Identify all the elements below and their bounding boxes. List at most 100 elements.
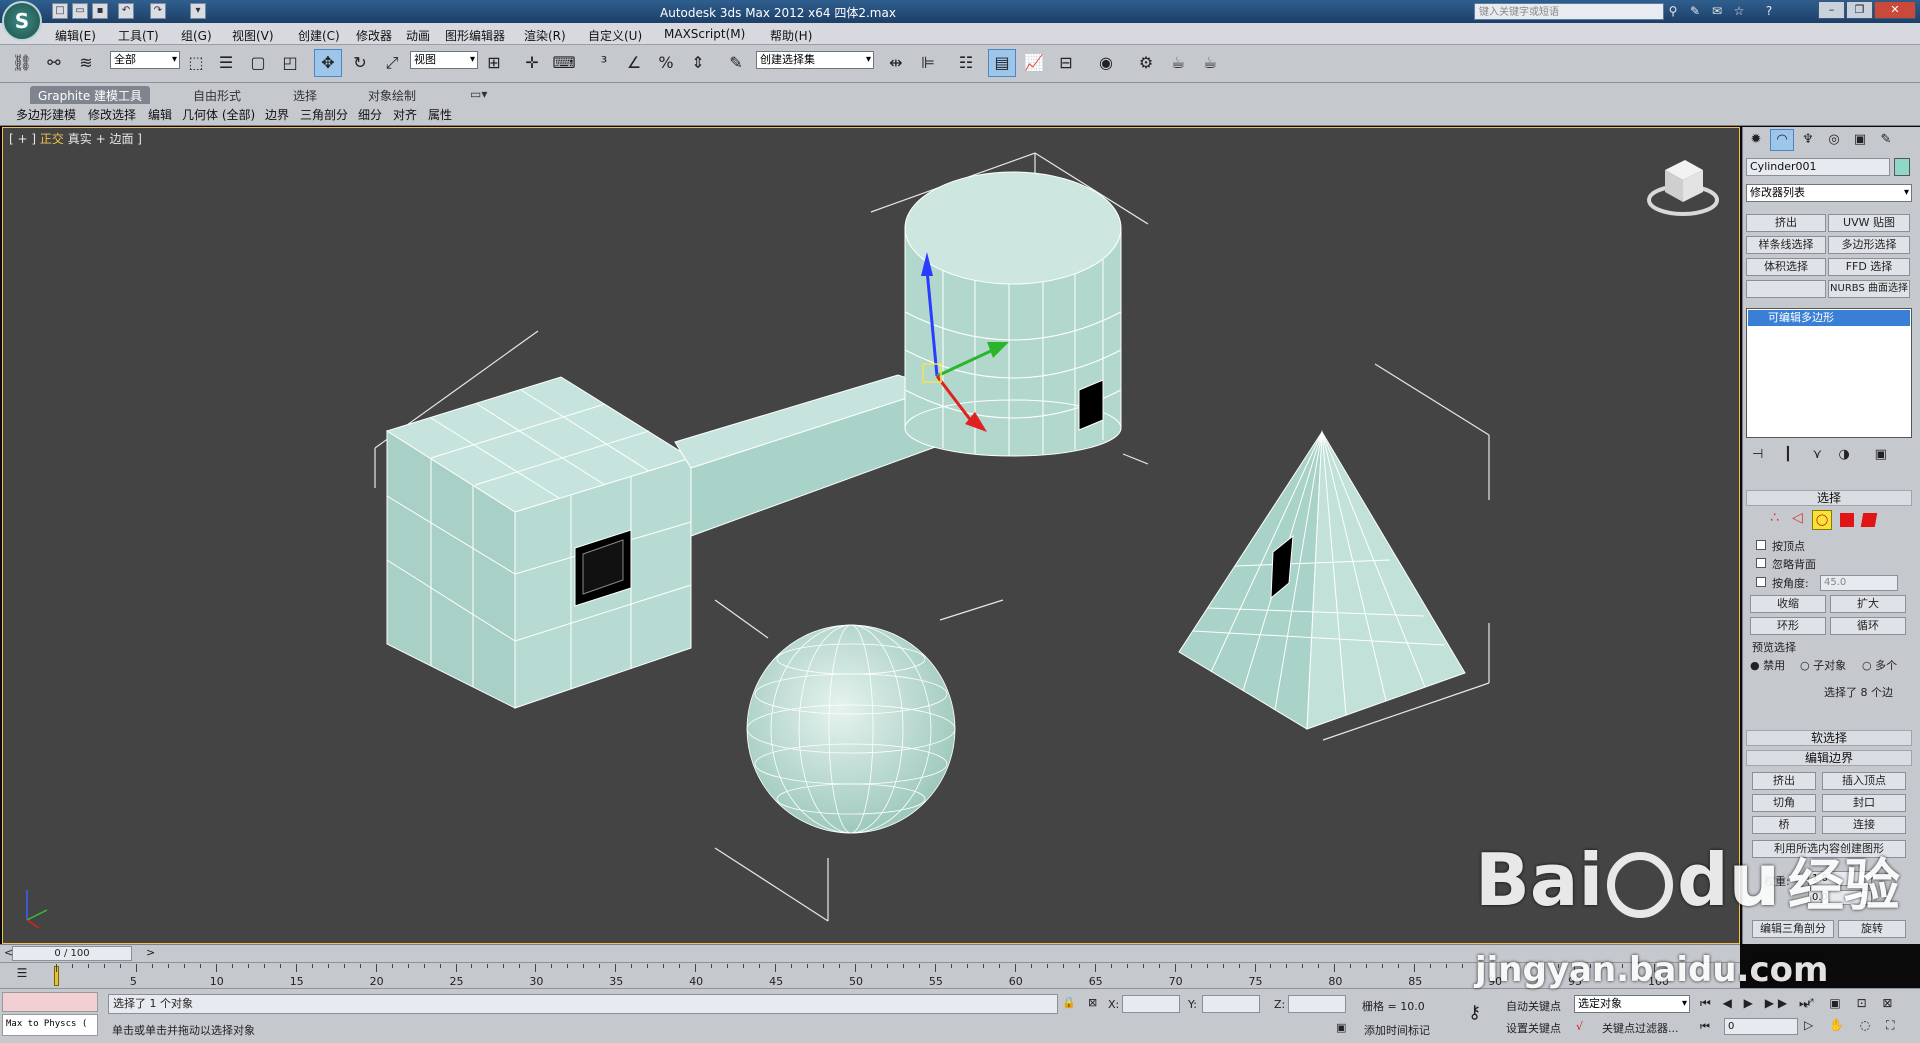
turn-button[interactable]: 旋转 [1838, 920, 1906, 938]
subtab-polygon-modeling[interactable]: 多边形建模 [16, 106, 76, 123]
select-scale-icon[interactable]: ⤢ [378, 49, 406, 77]
soft-selection-rollout-header[interactable]: 软选择 [1746, 730, 1912, 746]
align-icon[interactable]: ⊫ [914, 49, 942, 77]
select-rotate-icon[interactable]: ↻ [346, 49, 374, 77]
menu-graph-editors[interactable]: 图形编辑器 [445, 27, 505, 44]
weight-spinner[interactable]: 1.0 [1808, 871, 1872, 886]
save-file-icon[interactable]: ▪ [92, 3, 108, 19]
tab-freeform[interactable]: 自由形式 [185, 86, 249, 104]
loop-button[interactable]: 循环 [1830, 617, 1906, 635]
maximize-button[interactable]: ❐ [1846, 1, 1873, 19]
subtab-geometry-all[interactable]: 几何体 (全部) [182, 106, 255, 123]
menu-modifiers[interactable]: 修改器 [356, 27, 392, 44]
menu-view[interactable]: 视图(V) [232, 27, 274, 44]
edit-triangulation-button[interactable]: 编辑三角剖分 [1752, 920, 1834, 938]
select-move-icon[interactable]: ✥ [314, 49, 342, 77]
tab-selection[interactable]: 选择 [285, 86, 325, 104]
key-filters-icon[interactable]: √ [1576, 1020, 1583, 1033]
pyramid-object[interactable] [1178, 430, 1466, 730]
new-file-icon[interactable]: □ [52, 3, 68, 19]
menu-group[interactable]: 组(G) [181, 27, 212, 44]
select-object-icon[interactable]: ⬚ [182, 49, 210, 77]
insert-vertex-button[interactable]: 插入顶点 [1822, 772, 1906, 790]
ffd-select-button[interactable]: FFD 选择 [1828, 258, 1910, 276]
extrude-border-button[interactable]: 挤出 [1752, 772, 1816, 790]
spinner-snap-icon[interactable]: ⇕ [684, 49, 712, 77]
by-vertex-checkbox[interactable] [1756, 540, 1766, 550]
time-next-icon[interactable]: > [146, 946, 155, 959]
cap-button[interactable]: 封口 [1822, 794, 1906, 812]
nurbs-select-button[interactable]: NURBS 曲面选择 [1828, 280, 1910, 298]
perspective-viewport[interactable]: [ + ] 正交 真实 + 边面 ] [2, 127, 1740, 944]
utilities-tab-icon[interactable]: ✎ [1874, 129, 1898, 151]
menu-help[interactable]: 帮助(H) [770, 27, 812, 44]
close-button[interactable]: ✕ [1874, 1, 1916, 19]
preview-multi-radio[interactable]: ○ 多个 [1862, 657, 1897, 673]
playback-controls[interactable]: ⏮ ◀ ▶ ▶▶ ⏭ [1700, 996, 1814, 1011]
modifier-list-dropdown[interactable]: 修改器列表 [1746, 184, 1912, 202]
viewport-nav-controls[interactable]: ⤢ ▣ ⊡ ⊠ [1804, 996, 1899, 1011]
snaps-toggle-icon[interactable]: ³ [590, 49, 618, 77]
mirror-icon[interactable]: ⇹ [882, 49, 910, 77]
preview-subobject-radio[interactable]: ○ 子对象 [1800, 657, 1846, 673]
search-binoculars-icon[interactable]: ⚲ [1664, 3, 1682, 20]
window-crossing-icon[interactable]: ◰ [276, 49, 304, 77]
hierarchy-tab-icon[interactable]: ♆ [1796, 129, 1820, 151]
selection-filter-dropdown[interactable]: 全部 [110, 51, 180, 69]
element-mode-icon[interactable] [1860, 513, 1878, 527]
display-tab-icon[interactable]: ▣ [1848, 129, 1872, 151]
pivot-center-icon[interactable]: ⊞ [480, 49, 508, 77]
lock-selection-icon[interactable]: 🔒 [1062, 996, 1076, 1009]
by-angle-checkbox[interactable] [1756, 577, 1766, 587]
ignore-backfacing-checkbox[interactable] [1756, 558, 1766, 568]
motion-tab-icon[interactable]: ◎ [1822, 129, 1846, 151]
spline-select-button[interactable]: 样条线选择 [1746, 236, 1826, 254]
menu-animation[interactable]: 动画 [406, 27, 430, 44]
edge-mode-icon[interactable]: ◁ [1792, 510, 1803, 526]
search-input[interactable]: 键入关键字或短语 [1474, 3, 1664, 20]
extrude-modifier-button[interactable]: 挤出 [1746, 214, 1826, 232]
set-key-button[interactable]: 设置关键点 [1506, 1020, 1561, 1036]
auto-key-button[interactable]: 自动关键点 [1506, 998, 1561, 1014]
time-slider-thumb[interactable]: 0 / 100 [12, 946, 132, 961]
object-color-swatch[interactable] [1894, 158, 1910, 176]
subtab-subdivision[interactable]: 细分 [358, 106, 382, 123]
preview-disabled-radio[interactable]: ● 禁用 [1750, 657, 1785, 673]
open-file-icon[interactable]: ▭ [72, 3, 88, 19]
poly-select-button[interactable]: 多边形选择 [1828, 236, 1910, 254]
time-slider[interactable] [0, 944, 1740, 962]
reference-coordinate-dropdown[interactable]: 视图 [410, 51, 478, 69]
grow-button[interactable]: 扩大 [1830, 595, 1906, 613]
key-mode-icon[interactable]: ⏮ [1700, 1020, 1710, 1034]
modify-tab-icon[interactable]: ◠ [1770, 129, 1794, 151]
material-editor-icon[interactable]: ◉ [1092, 49, 1120, 77]
subtab-properties[interactable]: 属性 [428, 106, 452, 123]
script-listener-field[interactable]: Max to Physcs ( [2, 1014, 98, 1036]
box-object[interactable] [385, 376, 693, 709]
key-selection-dropdown[interactable]: 选定对象 [1574, 995, 1690, 1013]
subtab-align[interactable]: 对齐 [393, 106, 417, 123]
minimize-button[interactable]: – [1818, 1, 1845, 19]
empty-modifier-button[interactable] [1746, 280, 1826, 298]
viewport-nav-controls-2[interactable]: ▷ ✋ ◌ ⛶ [1804, 1018, 1900, 1033]
subtab-modify-selection[interactable]: 修改选择 [88, 106, 136, 123]
create-shape-button[interactable]: 利用所选内容创建图形 [1752, 840, 1906, 858]
viewcube-icon[interactable] [1647, 160, 1719, 216]
unlink-icon[interactable]: ⚯ [40, 49, 68, 77]
redo-icon[interactable]: ↷ [150, 3, 166, 19]
polygon-mode-icon[interactable] [1840, 513, 1854, 527]
bind-space-warp-icon[interactable]: ≋ [72, 49, 100, 77]
selection-rollout-header[interactable]: 选择 [1746, 490, 1912, 506]
shrink-button[interactable]: 收缩 [1750, 595, 1826, 613]
app-logo-icon[interactable]: S [2, 1, 42, 41]
vertex-mode-icon[interactable]: ∴ [1770, 510, 1779, 526]
y-coordinate-field[interactable] [1202, 995, 1260, 1013]
schematic-view-icon[interactable]: ⊟ [1052, 49, 1080, 77]
quick-access-dropdown-icon[interactable]: ▾ [190, 3, 206, 19]
link-icon[interactable]: ⛓ [8, 49, 36, 77]
x-coordinate-field[interactable] [1122, 995, 1180, 1013]
undo-icon[interactable]: ↶ [118, 3, 134, 19]
ribbon-options-icon[interactable]: ▭▾ [462, 86, 495, 104]
object-name-field[interactable]: Cylinder001 [1746, 158, 1890, 176]
keyboard-shortcut-icon[interactable]: ⌨ [550, 49, 578, 77]
